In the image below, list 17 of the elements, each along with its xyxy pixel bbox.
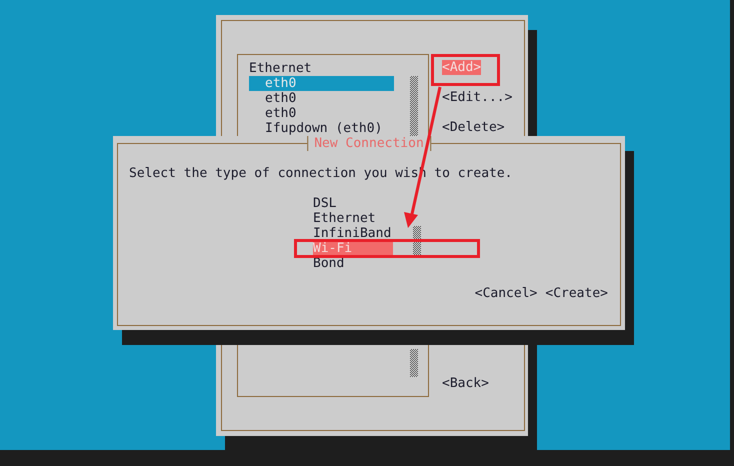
scrollbar-segment [410, 76, 418, 136]
list-item[interactable]: Ethernet [313, 211, 393, 226]
list-item[interactable]: eth0 [249, 91, 394, 106]
scrollbar-segment [410, 349, 418, 377]
list-item[interactable]: InfiniBand [313, 226, 393, 241]
button-label[interactable]: <Cancel> [474, 286, 538, 301]
button-label[interactable]: <Delete> [442, 120, 505, 135]
list-item[interactable]: eth0 [249, 106, 394, 121]
annotation-box [431, 54, 500, 86]
button-label[interactable]: <Back> [442, 376, 489, 391]
button-label[interactable]: <Edit...> [442, 90, 512, 105]
list-item[interactable]: Ifupdown (eth0) [249, 121, 394, 136]
dialog-title: New Connection [307, 136, 431, 151]
button-label[interactable]: <Create> [545, 286, 608, 301]
list-item[interactable]: Bond [313, 256, 393, 271]
list-item[interactable]: DSL [313, 196, 393, 211]
list-heading: Ethernet [249, 61, 313, 76]
